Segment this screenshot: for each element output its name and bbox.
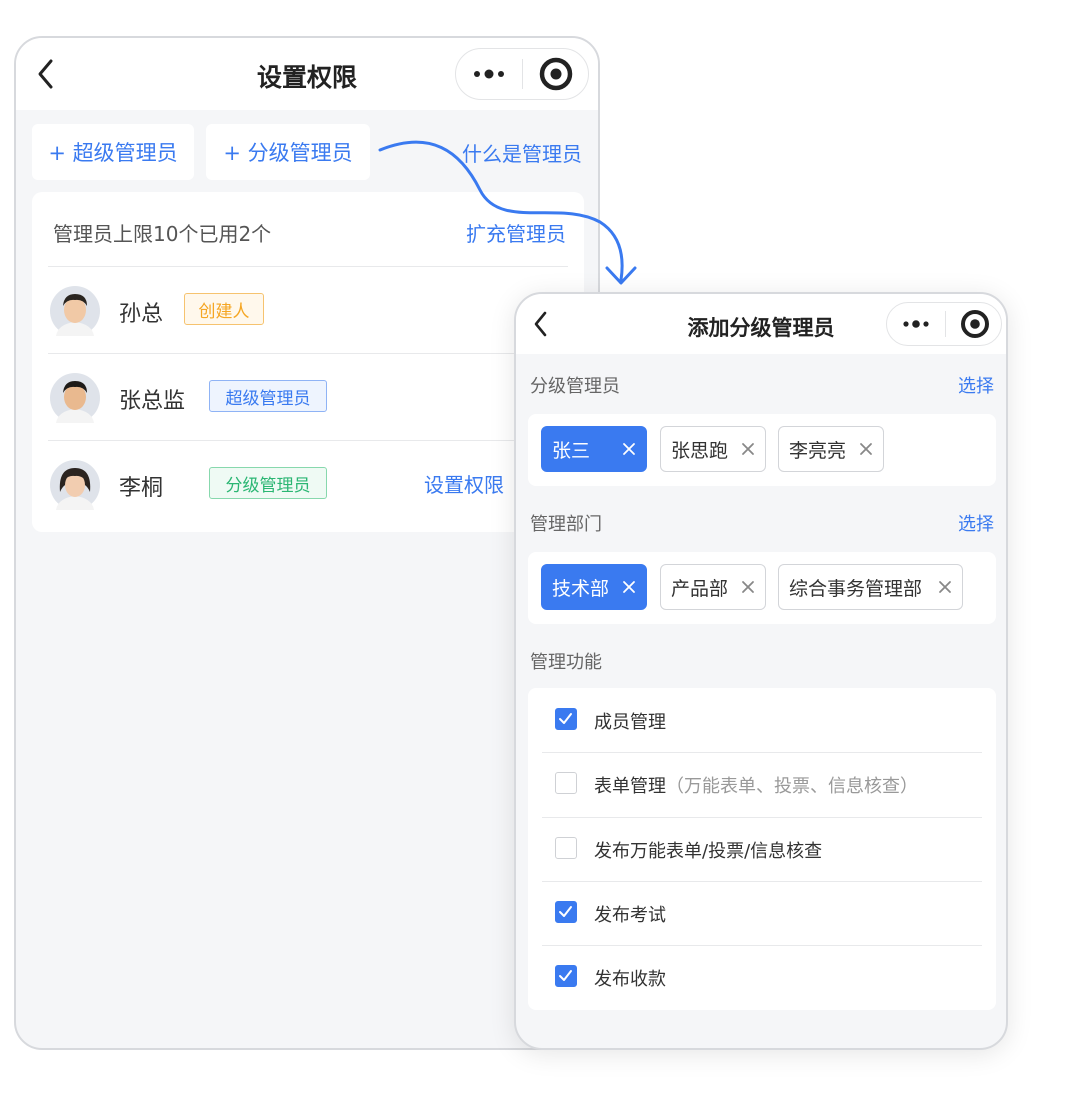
divider bbox=[48, 440, 568, 441]
avatar bbox=[50, 373, 100, 423]
function-row[interactable]: 发布收款 bbox=[542, 945, 982, 1009]
avatar bbox=[50, 460, 100, 510]
department-tag[interactable]: 产品部 bbox=[660, 564, 766, 610]
sub-admin-section-title: 分级管理员 bbox=[530, 376, 620, 397]
admin-name: 孙总 bbox=[119, 302, 164, 327]
tag-label: 综合事务管理部 bbox=[789, 577, 923, 600]
divider bbox=[48, 266, 568, 267]
checkbox[interactable] bbox=[555, 965, 577, 987]
sub-admin-tag[interactable]: 李亮亮 bbox=[778, 426, 884, 472]
function-label: 发布收款 bbox=[594, 969, 666, 990]
divider bbox=[542, 752, 982, 753]
settings-permissions-screen: 设置权限 + 超级管理员 + 分级管理员 什么是管理员 管理员上限10个已用2个… bbox=[14, 36, 600, 1050]
check-icon bbox=[559, 713, 572, 724]
function-label: 发布考试 bbox=[594, 905, 666, 926]
sub-admin-badge: 分级管理员 bbox=[209, 467, 327, 499]
function-row[interactable]: 发布考试 bbox=[542, 881, 982, 945]
super-admin-badge: 超级管理员 bbox=[209, 380, 327, 412]
department-tag[interactable]: 技术部 bbox=[541, 564, 647, 610]
function-list: 成员管理 表单管理（万能表单、投票、信息核查） 发布万能表单/投票/信息核查 发… bbox=[528, 688, 996, 1010]
function-section-title: 管理功能 bbox=[530, 652, 602, 673]
record-icon[interactable] bbox=[523, 49, 589, 99]
function-note: （万能表单、投票、信息核查） bbox=[666, 776, 918, 797]
admin-row: 李桐 分级管理员 设置权限 bbox=[48, 440, 568, 528]
add-sub-admin-button[interactable]: + 分级管理员 bbox=[206, 124, 370, 180]
navbar: 设置权限 bbox=[16, 38, 598, 110]
close-icon[interactable] bbox=[936, 576, 954, 598]
admin-list-card: 管理员上限10个已用2个 扩充管理员 孙总 创建人 张总监 超级管理员 李桐 分… bbox=[32, 192, 584, 532]
admin-row: 孙总 创建人 bbox=[48, 266, 568, 354]
check-icon bbox=[559, 906, 572, 917]
checkbox[interactable] bbox=[555, 772, 577, 794]
admin-quota-text: 管理员上限10个已用2个 bbox=[53, 222, 272, 246]
tag-label: 技术部 bbox=[552, 577, 610, 600]
navbar: 添加分级管理员 bbox=[516, 294, 1006, 354]
close-icon[interactable] bbox=[739, 438, 757, 460]
close-icon[interactable] bbox=[620, 438, 638, 460]
admin-name: 张总监 bbox=[119, 389, 186, 414]
expand-admin-link[interactable]: 扩充管理员 bbox=[466, 218, 566, 247]
sub-admin-tags: 张三 张思跑 李亮亮 bbox=[528, 414, 996, 486]
admin-row: 张总监 超级管理员 bbox=[48, 353, 568, 441]
sub-admin-tag[interactable]: 张思跑 bbox=[660, 426, 766, 472]
select-sub-admin-link[interactable]: 选择 bbox=[958, 372, 994, 398]
check-icon bbox=[559, 970, 572, 981]
divider bbox=[542, 817, 982, 818]
set-permission-link[interactable]: 设置权限 bbox=[424, 469, 504, 498]
add-sub-admin-screen: 添加分级管理员 分级管理员 选择 张三 张思跑 李亮亮 管理部门 选择 技术部 … bbox=[514, 292, 1008, 1050]
function-row[interactable]: 成员管理 bbox=[542, 688, 982, 752]
tag-label: 李亮亮 bbox=[789, 439, 847, 462]
sub-admin-tag[interactable]: 张三 bbox=[541, 426, 647, 472]
tag-label: 产品部 bbox=[671, 577, 729, 600]
function-label: 成员管理 bbox=[594, 712, 666, 733]
function-row[interactable]: 表单管理（万能表单、投票、信息核查） bbox=[542, 752, 982, 816]
function-row[interactable]: 发布万能表单/投票/信息核查 bbox=[542, 817, 982, 881]
function-label-wrap: 表单管理（万能表单、投票、信息核查） bbox=[594, 772, 918, 798]
divider bbox=[542, 881, 982, 882]
admin-name: 李桐 bbox=[119, 476, 164, 501]
add-super-admin-button[interactable]: + 超级管理员 bbox=[32, 124, 194, 180]
close-icon[interactable] bbox=[620, 576, 638, 598]
checkbox[interactable] bbox=[555, 837, 577, 859]
creator-badge: 创建人 bbox=[184, 293, 264, 325]
close-icon[interactable] bbox=[739, 576, 757, 598]
what-is-admin-link[interactable]: 什么是管理员 bbox=[462, 138, 582, 167]
function-label: 表单管理 bbox=[594, 776, 666, 797]
mini-program-capsule bbox=[886, 302, 1002, 346]
tag-label: 张三 bbox=[552, 439, 591, 462]
divider bbox=[48, 353, 568, 354]
department-section-title: 管理部门 bbox=[530, 514, 602, 535]
close-icon[interactable] bbox=[857, 438, 875, 460]
divider bbox=[542, 945, 982, 946]
avatar bbox=[50, 286, 100, 336]
select-department-link[interactable]: 选择 bbox=[958, 510, 994, 536]
mini-program-capsule bbox=[455, 48, 589, 100]
record-icon[interactable] bbox=[946, 303, 1003, 345]
tag-label: 张思跑 bbox=[671, 439, 729, 462]
function-label: 发布万能表单/投票/信息核查 bbox=[594, 841, 823, 862]
checkbox[interactable] bbox=[555, 901, 577, 923]
department-tag[interactable]: 综合事务管理部 bbox=[778, 564, 963, 610]
department-tags: 技术部 产品部 综合事务管理部 bbox=[528, 552, 996, 624]
more-icon[interactable] bbox=[887, 303, 945, 345]
more-icon[interactable] bbox=[456, 49, 522, 99]
checkbox[interactable] bbox=[555, 708, 577, 730]
